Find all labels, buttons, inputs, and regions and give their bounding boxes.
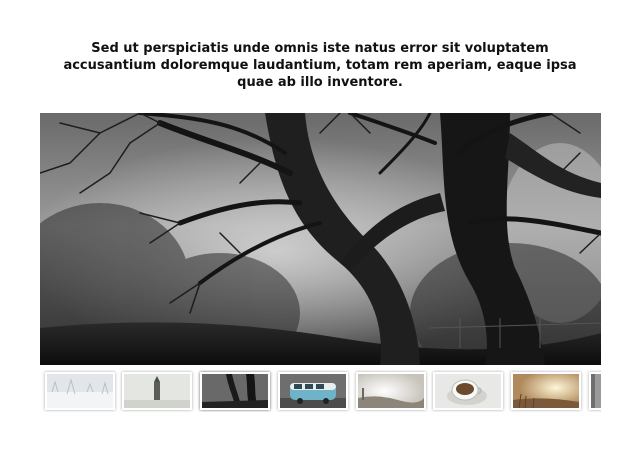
thumbnail-coffee-cup[interactable] [433, 372, 503, 410]
thumbnail-frosty-field[interactable] [45, 372, 115, 410]
thumbnail-hazy-landscape[interactable] [356, 372, 426, 410]
gallery-page: Sed ut perspiciatis unde omnis iste natu… [0, 0, 640, 459]
thumbnail-misty-tower[interactable] [122, 372, 192, 410]
van-photo [280, 374, 346, 408]
main-image[interactable] [40, 113, 601, 365]
thumbnail-partial[interactable] [589, 372, 601, 410]
partial-photo [591, 374, 601, 408]
meadow-photo [513, 374, 579, 408]
thumbnail-sunlit-meadow[interactable] [511, 372, 581, 410]
forest-photo [40, 113, 601, 365]
frost-photo [47, 374, 113, 408]
forest-thumb-photo [202, 374, 268, 408]
gallery-caption: Sed ut perspiciatis unde omnis iste natu… [63, 41, 577, 90]
thumbnail-camper-van[interactable] [278, 372, 348, 410]
thumbnail-dark-forest[interactable] [200, 372, 270, 410]
hazy-photo [358, 374, 424, 408]
tower-photo [124, 374, 190, 408]
coffee-photo [435, 374, 501, 408]
thumbnail-strip [40, 370, 601, 412]
